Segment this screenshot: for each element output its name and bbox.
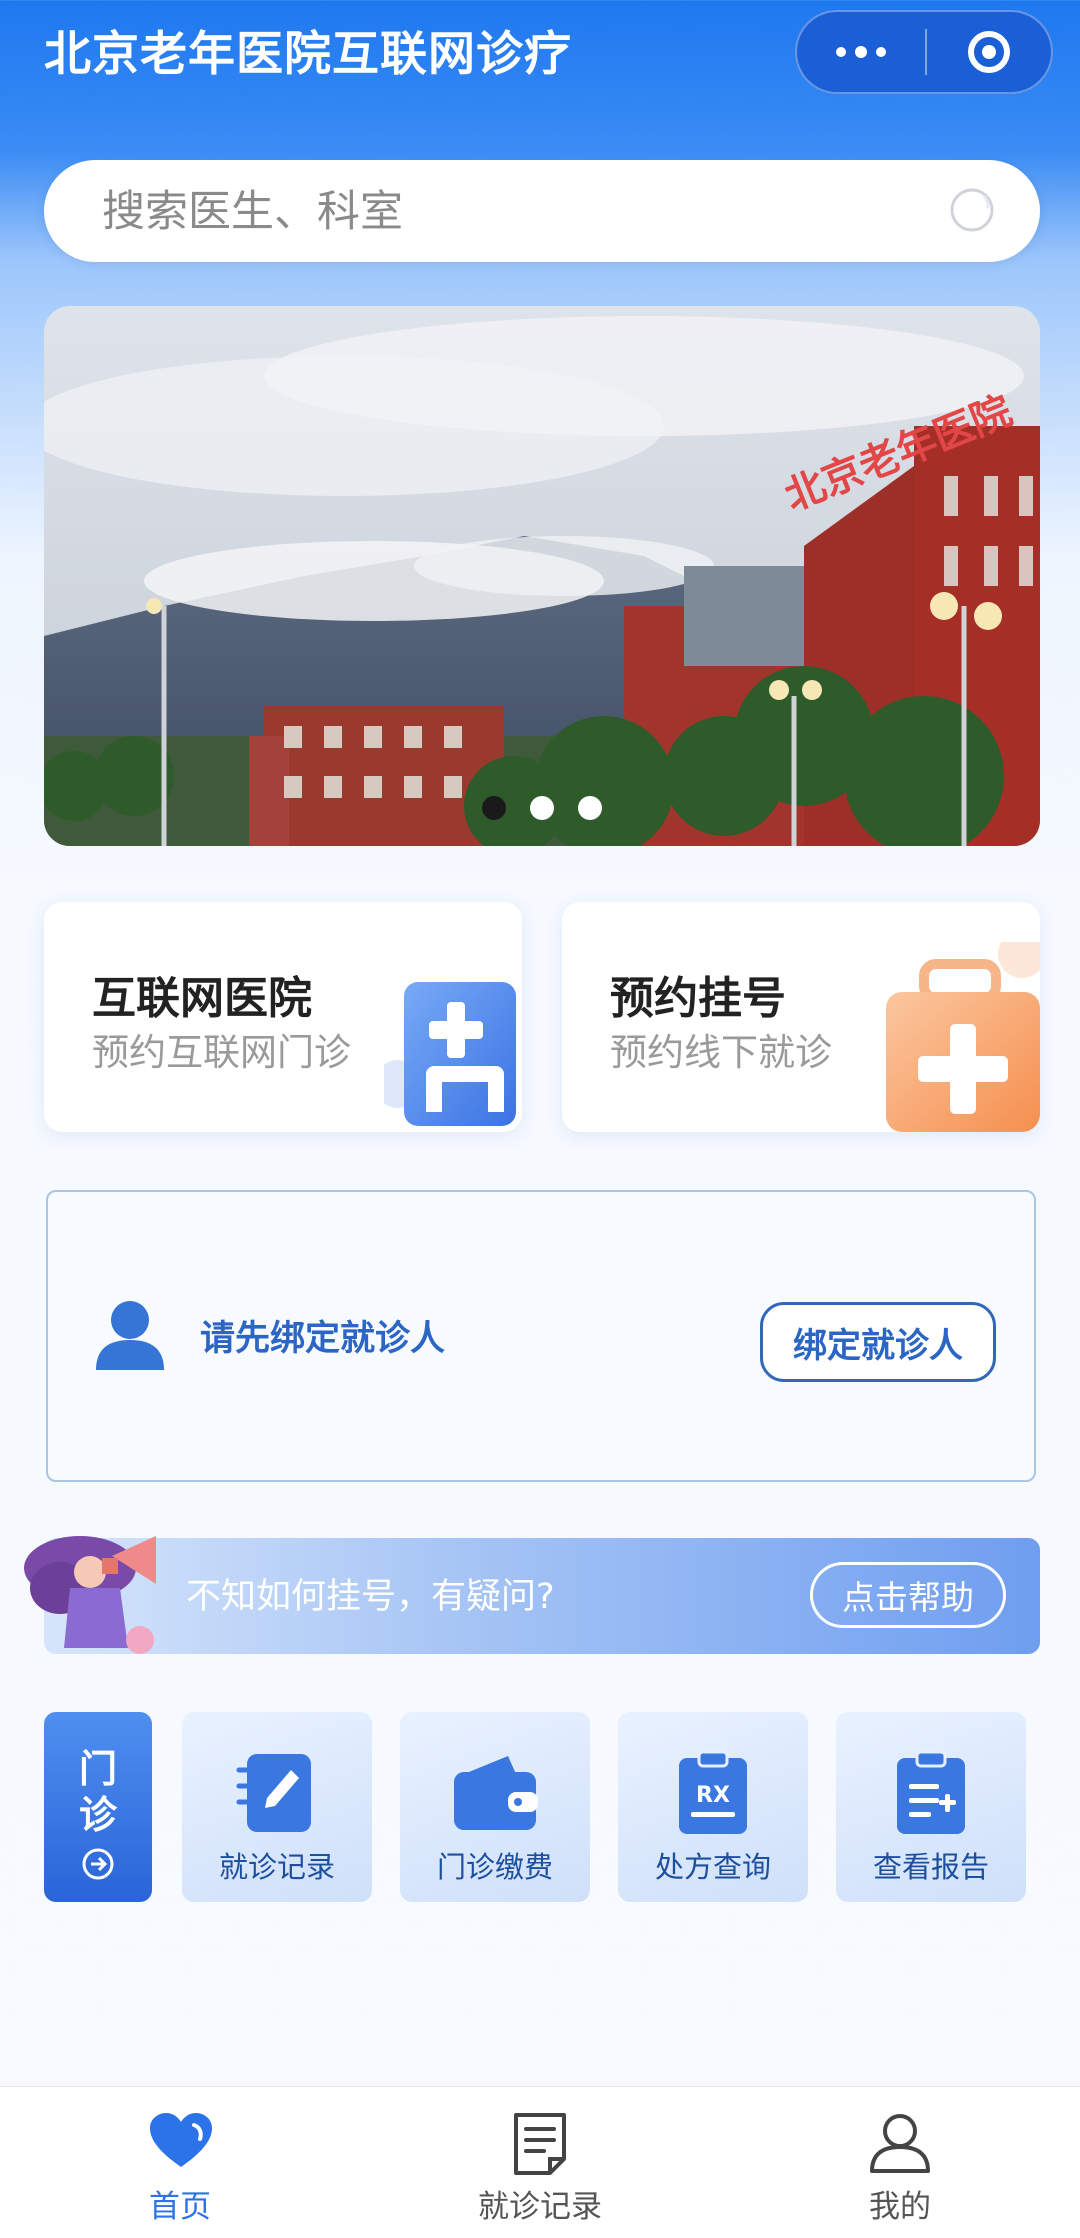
outpatient-tile[interactable]: 门 诊 <box>44 1712 152 1902</box>
search-icon[interactable] <box>948 186 998 236</box>
outpatient-payment-tile[interactable]: 门诊缴费 <box>400 1712 590 1902</box>
svg-text:RX: RX <box>696 1783 730 1808</box>
carousel-dot[interactable] <box>578 796 602 820</box>
bind-patient-prompt: 请先绑定就诊人 <box>200 1319 446 1359</box>
bind-patient-button[interactable]: 绑定就诊人 <box>760 1302 996 1382</box>
tile-label: 查看报告 <box>872 1850 989 1884</box>
rx-clipboard-icon: RX <box>679 1750 747 1834</box>
carousel-dot-active[interactable] <box>482 796 506 820</box>
card-subtitle: 预约线下就诊 <box>610 1031 832 1074</box>
wallet-icon <box>454 1756 538 1830</box>
nav-label: 我的 <box>869 2189 931 2225</box>
notebook-pen-icon <box>236 1754 311 1832</box>
miniprogram-capsule <box>795 10 1053 94</box>
card-subtitle: 预约互联网门诊 <box>92 1031 351 1074</box>
card-title: 预约挂号 <box>610 973 786 1024</box>
megaphone-girl-illustration <box>24 1536 156 1654</box>
carousel-dot[interactable] <box>530 796 554 820</box>
user-icon <box>870 2114 930 2173</box>
document-icon <box>514 2113 566 2175</box>
search-input[interactable] <box>100 160 924 264</box>
nav-label: 就诊记录 <box>478 2189 602 2225</box>
view-report-tile[interactable]: 查看报告 <box>836 1712 1026 1902</box>
visit-records-tile[interactable]: 就诊记录 <box>182 1712 372 1902</box>
bottom-nav: 首页 就诊记录 我的 <box>0 2086 1080 2238</box>
hospital-banner-carousel[interactable]: 北京老年医院 <box>44 306 1040 846</box>
help-text: 不知如何挂号，有疑问? <box>186 1577 555 1617</box>
hospital-photo: 北京老年医院 <box>44 306 1040 846</box>
internet-hospital-card[interactable]: 互联网医院 预约互联网门诊 <box>44 902 522 1132</box>
search-bar[interactable] <box>44 160 1040 264</box>
prescription-query-tile[interactable]: RX 处方查询 <box>618 1712 808 1902</box>
report-clipboard-icon <box>897 1750 965 1834</box>
appointment-card[interactable]: 预约挂号 预约线下就诊 <box>562 902 1040 1132</box>
card-title: 互联网医院 <box>92 973 312 1024</box>
page-title: 北京老年医院互联网诊疗 <box>44 27 572 82</box>
more-dots-icon[interactable] <box>797 12 925 92</box>
nav-mine[interactable]: 我的 <box>720 2087 1080 2238</box>
nav-label: 首页 <box>149 2189 211 2225</box>
tile-label: 就诊记录 <box>218 1850 335 1884</box>
help-banner[interactable]: 不知如何挂号，有疑问? 点击帮助 <box>24 1536 1040 1654</box>
nav-home[interactable]: 首页 <box>0 2087 360 2238</box>
internet-hospital-icon <box>384 982 516 1126</box>
outpatient-char-2: 诊 <box>78 1793 117 1837</box>
nav-visit-records[interactable]: 就诊记录 <box>360 2087 720 2238</box>
medical-kit-icon <box>886 942 1040 1132</box>
tile-label: 门诊缴费 <box>436 1850 553 1884</box>
arrow-right-circle-icon <box>82 1848 114 1880</box>
tile-label: 处方查询 <box>654 1850 771 1884</box>
person-icon <box>96 1301 164 1370</box>
heart-home-icon <box>150 2113 212 2167</box>
target-icon[interactable] <box>927 31 1051 73</box>
help-button[interactable]: 点击帮助 <box>810 1562 1006 1628</box>
bind-patient-card: 请先绑定就诊人 绑定就诊人 <box>46 1190 1036 1482</box>
